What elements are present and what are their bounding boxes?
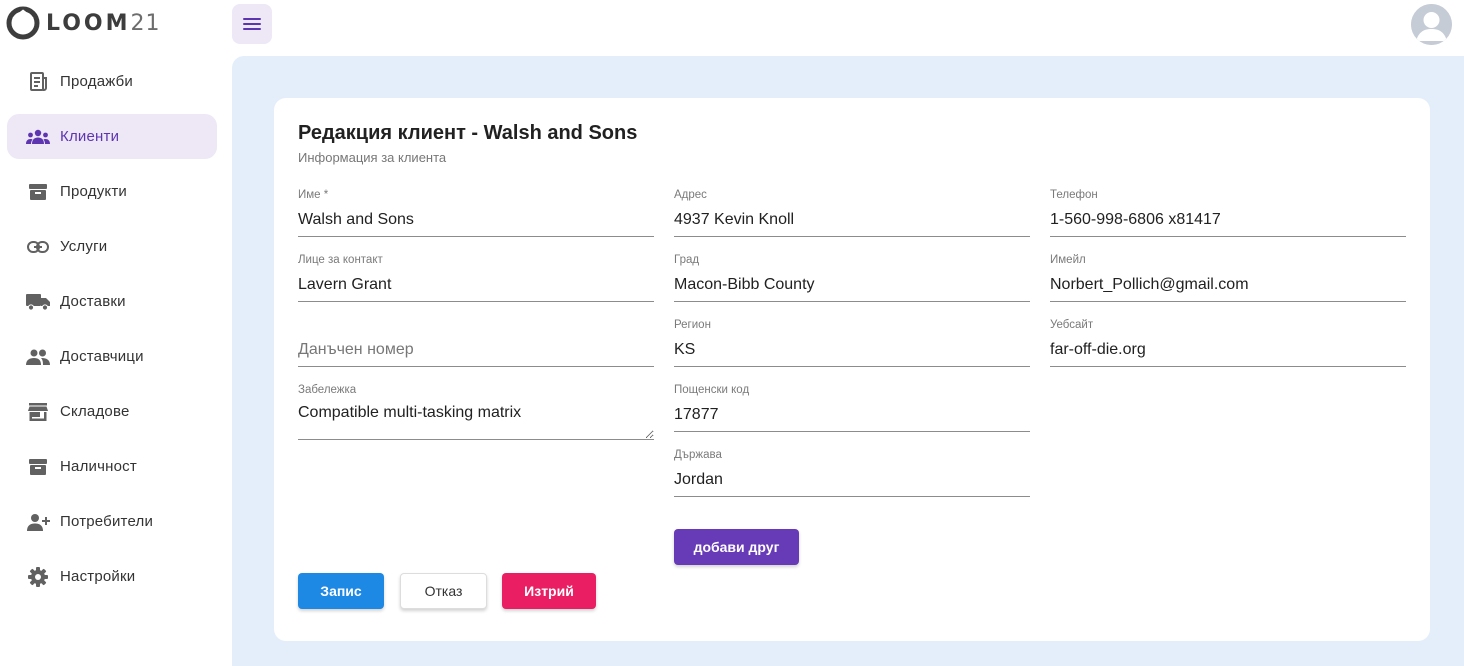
postal-code-input[interactable] xyxy=(674,398,1030,432)
groups-icon xyxy=(26,125,50,149)
contact-field: Лице за контакт xyxy=(298,254,654,302)
sidebar-item-deliveries[interactable]: Доставки xyxy=(7,279,217,324)
sidebar-item-inventory[interactable]: Наличност xyxy=(7,444,217,489)
tax-number-input[interactable] xyxy=(298,333,654,367)
address-field: Адрес xyxy=(674,189,1030,237)
postal-code-label: Пощенски код xyxy=(674,384,750,396)
note-textarea[interactable]: Compatible multi-tasking matrix xyxy=(298,398,654,440)
sidebar-item-label: Настройки xyxy=(60,568,136,585)
sidebar-item-services[interactable]: Услуги xyxy=(7,224,217,269)
sidebar-item-products[interactable]: Продукти xyxy=(7,169,217,214)
name-label: Име * xyxy=(298,189,329,201)
region-input[interactable] xyxy=(674,333,1030,367)
region-field: Регион xyxy=(674,319,1030,367)
city-field: Град xyxy=(674,254,1030,302)
gear-icon xyxy=(26,565,50,589)
hamburger-menu-icon xyxy=(243,18,261,30)
brand-logo[interactable]: LOOM21 xyxy=(6,6,161,40)
email-label: Имейл xyxy=(1050,254,1086,266)
user-avatar-icon xyxy=(1411,4,1452,45)
tax-number-label xyxy=(298,319,654,333)
address-label: Адрес xyxy=(674,189,707,201)
user-avatar[interactable] xyxy=(1411,4,1452,45)
country-label: Държава xyxy=(674,449,722,461)
sidebar-item-warehouses[interactable]: Складове xyxy=(7,389,217,434)
inventory-box-icon xyxy=(26,455,50,479)
city-label: Град xyxy=(674,254,700,266)
app-root: LOOM21 Продажби Клиенти Продукти Услуги … xyxy=(0,0,1464,666)
phone-input[interactable] xyxy=(1050,203,1406,237)
website-label: Уебсайт xyxy=(1050,319,1094,331)
sidebar-item-users[interactable]: Потребители xyxy=(7,499,217,544)
people-icon xyxy=(26,345,50,369)
email-field: Имейл xyxy=(1050,254,1406,302)
sidebar-item-sales[interactable]: Продажби xyxy=(7,59,217,104)
name-input[interactable] xyxy=(298,203,654,237)
save-button[interactable]: Запис xyxy=(298,573,384,609)
sidebar-item-suppliers[interactable]: Доставчици xyxy=(7,334,217,379)
brand-name: LOOM21 xyxy=(46,10,161,36)
sidebar-item-label: Потребители xyxy=(60,513,154,530)
email-input[interactable] xyxy=(1050,268,1406,302)
contact-label: Лице за контакт xyxy=(298,254,383,266)
truck-icon xyxy=(26,290,50,314)
sidebar-item-clients[interactable]: Клиенти xyxy=(7,114,217,159)
sidebar-item-label: Клиенти xyxy=(60,128,120,145)
receipt-icon xyxy=(26,70,50,94)
country-field: Държава xyxy=(674,449,1030,497)
contact-input[interactable] xyxy=(298,268,654,302)
sidebar-item-label: Доставчици xyxy=(60,348,144,365)
sidebar-nav: Продажби Клиенти Продукти Услуги Доставк… xyxy=(0,59,232,609)
city-input[interactable] xyxy=(674,268,1030,302)
person-add-icon xyxy=(26,510,50,534)
sidebar-item-label: Продукти xyxy=(60,183,127,200)
menu-toggle-button[interactable] xyxy=(232,4,272,44)
region-label: Регион xyxy=(674,319,711,331)
page-title: Редакция клиент - Walsh and Sons xyxy=(298,122,638,144)
address-input[interactable] xyxy=(674,203,1030,237)
note-label: Забележка xyxy=(298,384,357,396)
main-content: Редакция клиент - Walsh and Sons Информа… xyxy=(232,56,1464,666)
tax-number-field xyxy=(298,319,654,367)
sidebar-item-label: Услуги xyxy=(60,238,108,255)
name-field: Име * xyxy=(298,189,654,237)
website-field: Уебсайт xyxy=(1050,319,1406,367)
phone-field: Телефон xyxy=(1050,189,1406,237)
archive-box-icon xyxy=(26,180,50,204)
page-subtitle: Информация за клиента xyxy=(298,150,447,165)
sidebar-item-label: Доставки xyxy=(60,293,126,310)
loom-logo-icon xyxy=(6,6,40,40)
add-other-button[interactable]: добави друг xyxy=(674,529,799,565)
delete-button[interactable]: Изтрий xyxy=(502,573,596,609)
note-field: Забележка Compatible multi-tasking matri… xyxy=(298,384,654,440)
sidebar-item-label: Продажби xyxy=(60,73,134,90)
country-input[interactable] xyxy=(674,463,1030,497)
sidebar-item-settings[interactable]: Настройки xyxy=(7,554,217,599)
client-edit-card: Редакция клиент - Walsh and Sons Информа… xyxy=(274,98,1430,641)
store-icon xyxy=(26,400,50,424)
link-icon xyxy=(26,235,50,259)
website-input[interactable] xyxy=(1050,333,1406,367)
sidebar-item-label: Наличност xyxy=(60,458,137,475)
phone-label: Телефон xyxy=(1050,189,1098,201)
postal-code-field: Пощенски код xyxy=(674,384,1030,432)
cancel-button[interactable]: Отказ xyxy=(400,573,487,609)
sidebar-item-label: Складове xyxy=(60,403,130,420)
